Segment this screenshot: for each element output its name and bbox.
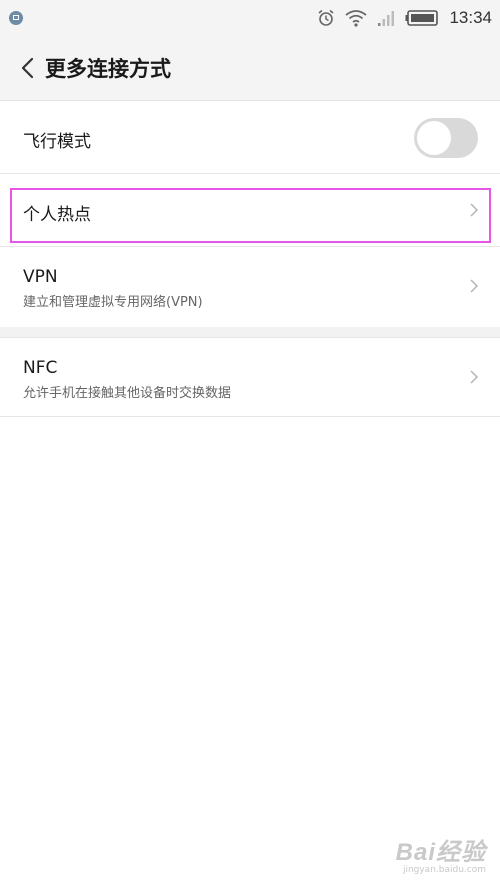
page-title: 更多连接方式 [45, 57, 171, 81]
nfc-row[interactable]: NFC 允许手机在接触其他设备时交换数据 [0, 338, 500, 417]
watermark-logo: Bai经验 [395, 839, 486, 866]
chevron-right-icon [470, 279, 479, 293]
chevron-right-icon [470, 203, 479, 217]
app-header: 更多连接方式 [0, 36, 500, 101]
signal-icon [377, 9, 395, 27]
personal-hotspot-row[interactable]: 个人热点 [0, 174, 500, 247]
watermark-url: jingyan.baidu.com [402, 865, 486, 875]
chevron-left-icon [21, 57, 34, 79]
battery-icon [405, 9, 439, 27]
section-divider [0, 327, 500, 338]
nfc-subtitle: 允许手机在接触其他设备时交换数据 [23, 386, 232, 401]
airplane-mode-row[interactable]: 飞行模式 [0, 101, 500, 174]
vpn-row[interactable]: VPN 建立和管理虚拟专用网络(VPN) [0, 247, 500, 328]
wifi-icon [345, 9, 368, 27]
status-bar-right: 13:34 [317, 0, 492, 36]
app-notification-icon [9, 11, 23, 25]
airplane-mode-label: 飞行模式 [23, 132, 91, 152]
baidu-watermark: Bai经验 jingyan.baidu.com [396, 832, 486, 875]
vpn-label: VPN [23, 267, 58, 287]
back-button[interactable] [14, 54, 42, 82]
toggle-knob [417, 121, 451, 155]
airplane-mode-toggle[interactable] [414, 118, 478, 158]
vpn-subtitle: 建立和管理虚拟专用网络(VPN) [23, 295, 203, 310]
chevron-right-icon [470, 370, 479, 384]
status-bar: 13:34 [0, 0, 500, 36]
nfc-label: NFC [23, 358, 58, 378]
status-time: 13:34 [449, 8, 492, 27]
personal-hotspot-label: 个人热点 [23, 205, 91, 225]
alarm-icon [317, 9, 335, 27]
